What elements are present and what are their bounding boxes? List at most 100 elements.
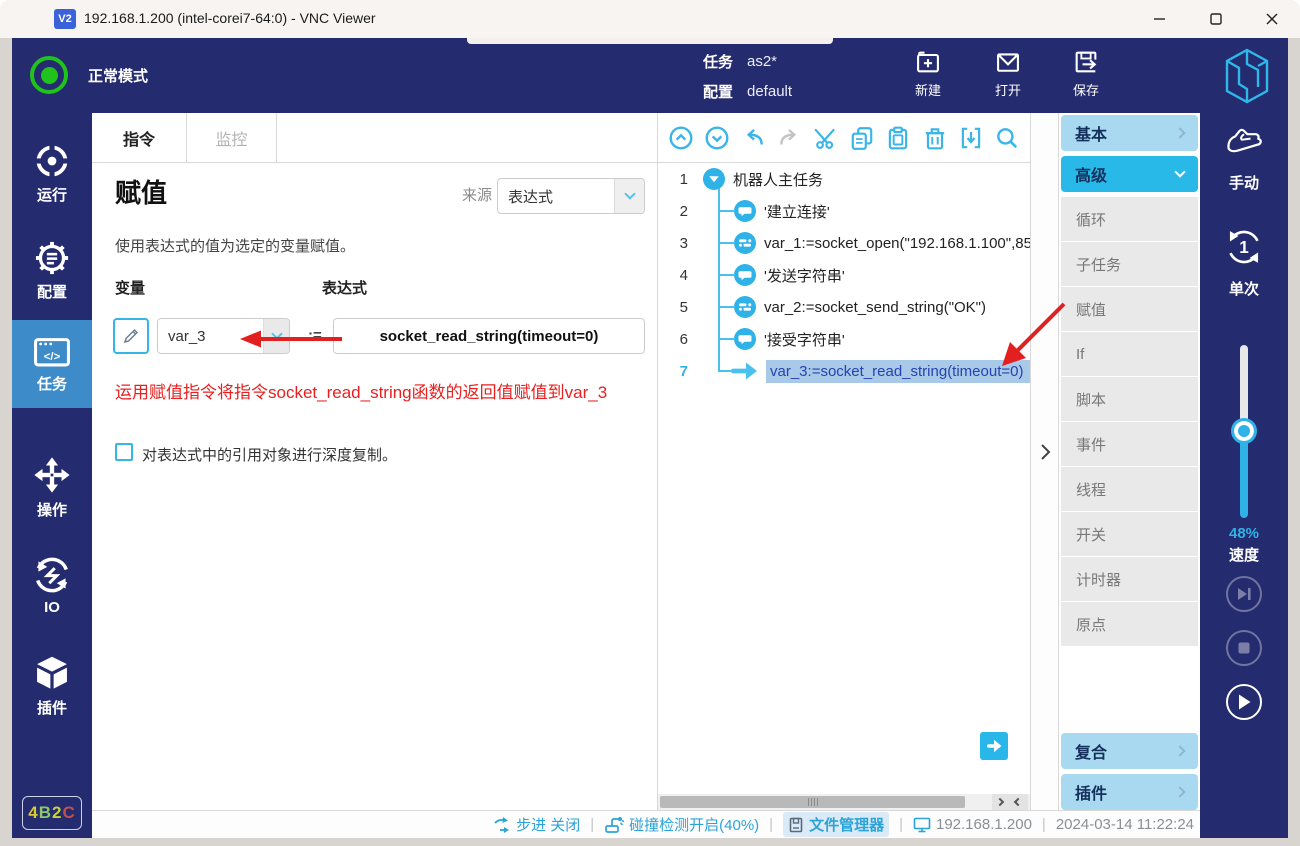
tree-row-assign[interactable]: 5 var_2:=socket_send_string("OK") (658, 291, 1030, 323)
comment-icon (734, 328, 756, 350)
sidebar-item-config[interactable]: 配置 (12, 228, 92, 314)
tree-row-assign[interactable]: 3 var_1:=socket_open("192.168.1.100",85 (658, 227, 1030, 259)
new-file-icon (914, 48, 942, 76)
window-title: 192.168.1.200 (intel-corei7-64:0) - VNC … (84, 10, 376, 26)
delete-button[interactable] (920, 123, 950, 153)
move-up-button[interactable] (666, 123, 696, 153)
tree-rows: 1 机器人主任务 2 '建立连接' 3 (658, 163, 1030, 387)
cut-button[interactable] (811, 123, 841, 153)
tree-row-number: 3 (658, 235, 688, 252)
stop-button[interactable] (1226, 630, 1262, 666)
sidebar-item-plugin[interactable]: 插件 (12, 643, 92, 729)
save-icon (1072, 48, 1100, 76)
palette-item-script[interactable]: 脚本 (1061, 377, 1198, 421)
tree-row-comment[interactable]: 6 '接受字符串' (658, 323, 1030, 355)
sidebar-item-run[interactable]: 运行 (12, 131, 92, 217)
palette-group-composite[interactable]: 复合 (1061, 733, 1198, 769)
palette-item-thread[interactable]: 线程 (1061, 467, 1198, 511)
jump-to-line-button[interactable] (980, 732, 1008, 760)
variable-select[interactable]: var_3 (157, 318, 290, 354)
palette-group-plugin[interactable]: 插件 (1061, 774, 1198, 810)
collision-icon (604, 816, 624, 834)
code-task-icon: </> (33, 334, 71, 368)
open-task-button[interactable]: 打开 (976, 46, 1040, 99)
new-task-button[interactable]: 新建 (896, 46, 960, 99)
paste-button[interactable] (883, 123, 913, 153)
palette-group-advanced[interactable]: 高级 (1061, 156, 1198, 192)
expand-panel-button[interactable] (1039, 443, 1051, 466)
step-mode-status[interactable]: 步进 关闭 (493, 814, 580, 835)
speed-slider[interactable] (1240, 345, 1248, 518)
tree-row-comment[interactable]: 2 '建立连接' (658, 195, 1030, 227)
page-title: 赋值 (115, 173, 167, 210)
palette-item-if[interactable]: If (1061, 332, 1198, 376)
palette-item-switch[interactable]: 开关 (1061, 512, 1198, 556)
tree-row-main-task[interactable]: 1 机器人主任务 (658, 163, 1030, 195)
palette-item-assign[interactable]: 赋值 (1061, 287, 1198, 331)
undo-icon (740, 125, 766, 151)
palette-group-label: 高级 (1075, 162, 1107, 186)
tree-row-number: 2 (658, 203, 688, 220)
left-sidebar: 运行 配置 (12, 113, 92, 838)
deep-copy-checkbox[interactable] (115, 443, 133, 461)
variable-select-value: var_3 (158, 328, 263, 345)
palette-item-timer[interactable]: 计时器 (1061, 557, 1198, 601)
tree-row-number: 6 (658, 331, 688, 348)
scrollbar-thumb[interactable] (660, 796, 965, 808)
single-run-button[interactable]: 1 单次 (1200, 225, 1288, 299)
skip-icon (1235, 586, 1253, 602)
source-select[interactable]: 表达式 (497, 178, 645, 214)
palette-item-subtask[interactable]: 子任务 (1061, 242, 1198, 286)
single-cycle-icon: 1 (1222, 225, 1266, 269)
palette-item-origin[interactable]: 原点 (1061, 602, 1198, 646)
collapse-icon[interactable] (703, 168, 725, 190)
description-text: 使用表达式的值为选定的变量赋值。 (115, 235, 355, 256)
palette-item-loop[interactable]: 循环 (1061, 197, 1198, 241)
edit-variable-button[interactable] (113, 318, 149, 354)
sidebar-item-task[interactable]: </> 任务 (12, 320, 92, 408)
tree-row-comment[interactable]: 4 '发送字符串' (658, 259, 1030, 291)
datetime-value: 2024-03-14 11:22:24 (1056, 816, 1194, 833)
manual-mode-label: 手动 (1200, 172, 1288, 193)
tab-monitor[interactable]: 监控 (187, 113, 277, 163)
sidebar-label-task: 任务 (37, 373, 67, 394)
sidebar-label-run: 运行 (37, 184, 67, 205)
play-icon (1236, 693, 1252, 711)
tree-row-text: '接受字符串' (764, 329, 845, 350)
move-down-button[interactable] (702, 123, 732, 153)
manual-mode-button[interactable]: 手动 (1200, 123, 1288, 193)
tree-horizontal-scrollbar[interactable] (658, 794, 1030, 810)
insert-button[interactable] (956, 123, 986, 153)
insert-icon (958, 125, 984, 151)
file-manager-button[interactable]: 文件管理器 (783, 812, 889, 837)
tab-instruction[interactable]: 指令 (92, 113, 187, 163)
sidebar-item-io[interactable]: IO (12, 543, 92, 629)
chevron-down-icon (1174, 166, 1185, 177)
expression-input[interactable]: socket_read_string(timeout=0) (333, 318, 645, 354)
scroll-right-button[interactable] (1010, 794, 1028, 810)
maximize-icon (1210, 13, 1222, 25)
palette-item-event[interactable]: 事件 (1061, 422, 1198, 466)
panel-collapse-strip (1031, 113, 1059, 810)
scroll-left-button[interactable] (992, 794, 1010, 810)
tree-row-selected[interactable]: 7 var_3:=socket_read_string(timeout=0) (658, 355, 1030, 387)
undo-button[interactable] (738, 123, 768, 153)
step-forward-button[interactable] (1226, 576, 1262, 612)
palette-group-basic[interactable]: 基本 (1061, 115, 1198, 151)
sidebar-item-operate[interactable]: 操作 (12, 445, 92, 531)
redo-button[interactable] (775, 123, 805, 153)
search-button[interactable] (992, 123, 1022, 153)
play-button[interactable] (1226, 684, 1262, 720)
maximize-button[interactable] (1188, 0, 1244, 38)
step-mode-icon (493, 817, 511, 833)
slider-thumb[interactable] (1231, 418, 1257, 444)
minimize-button[interactable] (1132, 0, 1188, 38)
save-task-button[interactable]: 保存 (1054, 46, 1118, 99)
copy-button[interactable] (847, 123, 877, 153)
close-button[interactable] (1244, 0, 1300, 38)
hand-icon (1222, 123, 1266, 163)
collision-detect-status[interactable]: 碰撞检测开启(40%) (604, 814, 759, 835)
tree-toolbar (658, 113, 1030, 163)
badge-char: B (39, 803, 52, 823)
sidebar-label-plugin: 插件 (37, 697, 67, 718)
